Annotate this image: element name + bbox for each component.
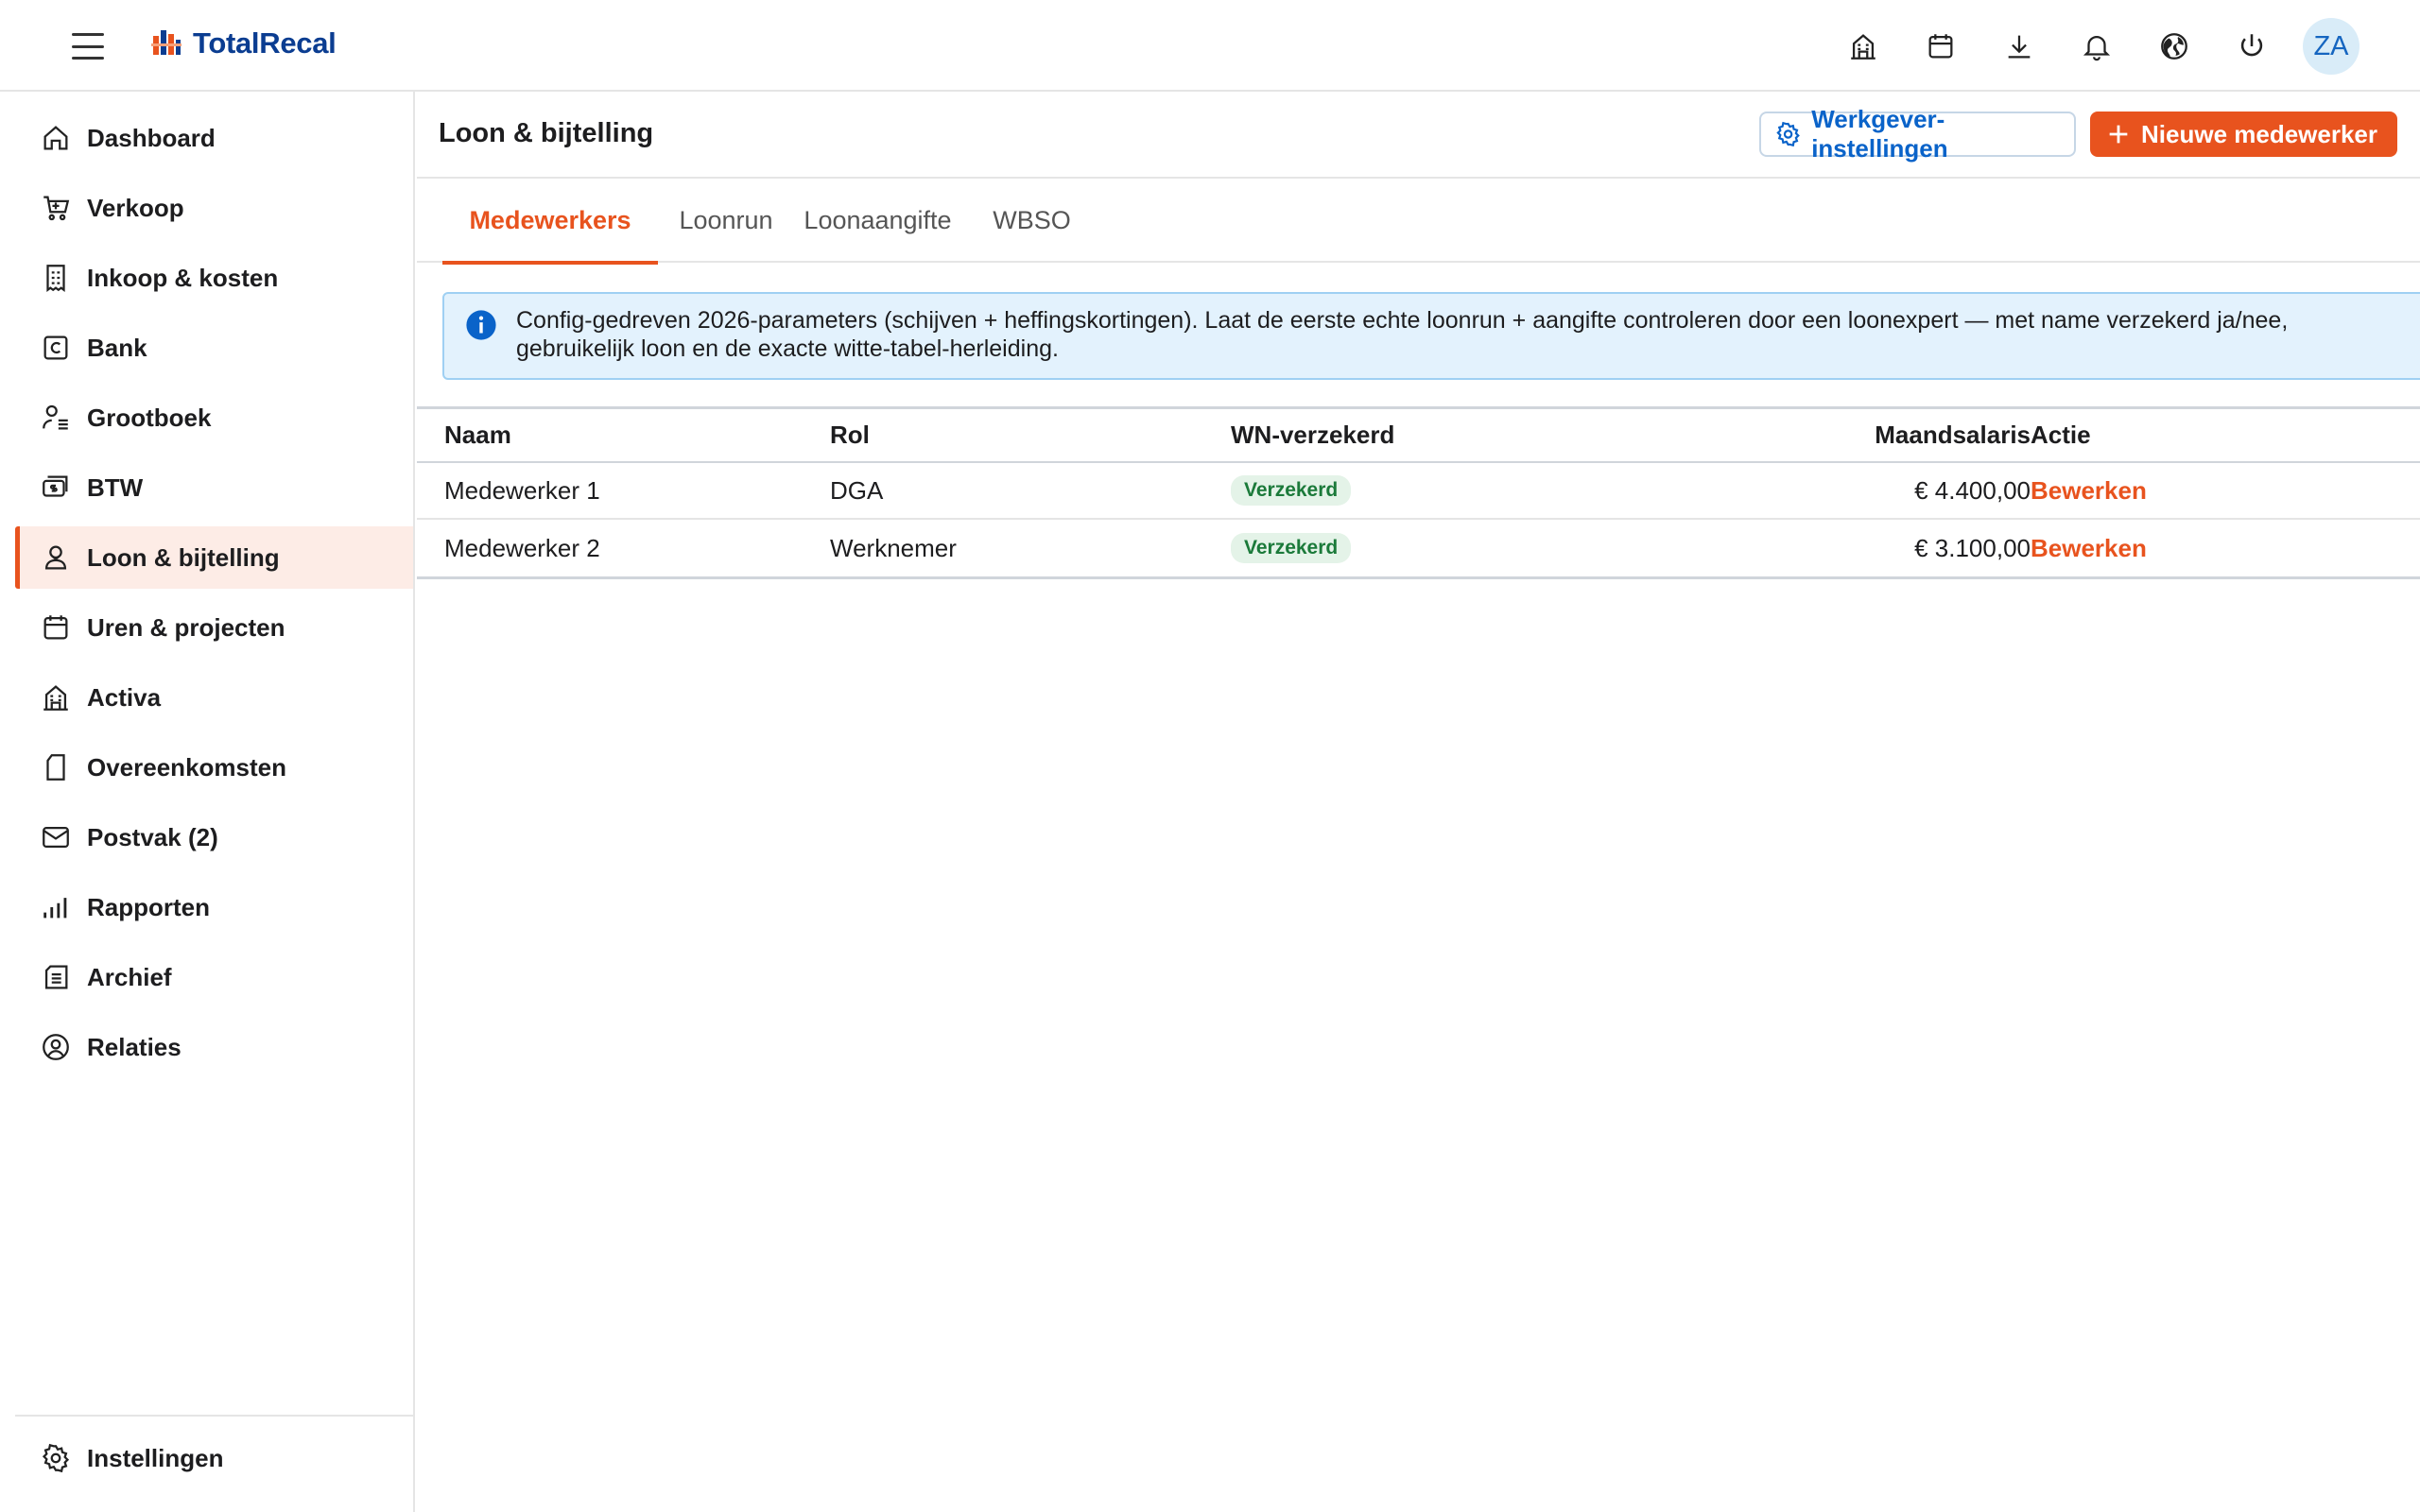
mail-icon xyxy=(43,826,69,849)
bar-chart-icon xyxy=(43,898,67,919)
sidebar-item-label: BTW xyxy=(87,472,144,502)
sidebar-item-label: Relaties xyxy=(87,1032,182,1061)
column-header-rol[interactable]: Rol xyxy=(830,409,870,461)
page-header: Loon & bijtelling Werkgever-instellingen… xyxy=(417,92,2420,179)
column-header-actie: Actie xyxy=(2031,421,2091,449)
menu-icon[interactable] xyxy=(68,28,108,64)
brand-name: TotalRecal xyxy=(193,26,337,60)
sidebar-item-verkoop[interactable]: Verkoop xyxy=(15,177,413,239)
sidebar-item-label: Grootboek xyxy=(87,403,212,432)
sidebar-item-label: Dashboard xyxy=(87,123,216,152)
column-header-naam[interactable]: Naam xyxy=(444,409,511,461)
globe-icon[interactable] xyxy=(2154,26,2194,66)
archive-icon xyxy=(44,965,68,989)
page-title: Loon & bijtelling xyxy=(439,118,654,148)
cell-naam: Medewerker 2 xyxy=(444,533,600,562)
gear-icon xyxy=(1776,121,1800,147)
table-header: Naam Rol WN-verzekerd Maandsalaris Actie xyxy=(417,409,2420,463)
column-header-maandsalaris[interactable]: Maandsalaris xyxy=(1875,409,2031,461)
sidebar-item-label: Bank xyxy=(87,333,147,362)
cell-wn-verzekerd: Verzekerd xyxy=(1231,463,1352,518)
tab-wbso[interactable]: WBSO xyxy=(982,179,1081,263)
status-badge: Verzekerd xyxy=(1231,475,1352,506)
tab-loonaangifte[interactable]: Loonaangifte xyxy=(795,179,960,263)
contact-icon xyxy=(43,1034,69,1060)
sidebar-item-label: Activa xyxy=(87,682,162,712)
sidebar-item-bank[interactable]: Bank xyxy=(15,317,413,379)
new-employee-button[interactable]: Nieuwe medewerker xyxy=(2090,112,2397,157)
tab-loonrun[interactable]: Loonrun xyxy=(674,179,778,263)
sidebar: Dashboard Verkoop Inkoop & kosten Bank G… xyxy=(0,92,415,1512)
cart-icon xyxy=(43,196,70,221)
tab-bar: Medewerkers Loonrun Loonaangifte WBSO xyxy=(417,179,2420,265)
person-icon xyxy=(44,545,67,570)
sidebar-item-uren[interactable]: Uren & projecten xyxy=(15,596,413,659)
app-logo[interactable]: TotalRecal xyxy=(149,26,337,60)
sidebar-item-postvak[interactable]: Postvak (2) xyxy=(15,806,413,868)
column-header-wn-verzekerd[interactable]: WN-verzekerd xyxy=(1231,409,1394,461)
sidebar-item-label: Uren & projecten xyxy=(87,612,285,642)
building-icon[interactable] xyxy=(1843,26,1883,66)
sidebar-item-archief[interactable]: Archief xyxy=(15,946,413,1008)
employees-table: Naam Rol WN-verzekerd Maandsalaris Actie… xyxy=(417,406,2420,579)
cell-wn-verzekerd: Verzekerd xyxy=(1231,520,1352,576)
edit-link[interactable]: Bewerken xyxy=(2031,476,2147,506)
sidebar-item-label: Archief xyxy=(87,962,172,991)
sidebar-item-btw[interactable]: BTW xyxy=(15,456,413,519)
table-row: Medewerker 2 Werknemer Verzekerd € 3.100… xyxy=(417,520,2420,576)
sidebar-item-label: Postvak (2) xyxy=(87,822,218,851)
sidebar-item-activa[interactable]: Activa xyxy=(15,666,413,729)
cell-naam: Medewerker 1 xyxy=(444,475,600,505)
sidebar-item-relaties[interactable]: Relaties xyxy=(15,1016,413,1078)
cell-maandsalaris: € 3.100,00 xyxy=(1914,533,2031,562)
bell-icon[interactable] xyxy=(2077,26,2117,66)
sidebar-item-label: Loon & bijtelling xyxy=(87,542,280,572)
top-bar: TotalRecal ZA xyxy=(0,0,2420,92)
download-icon[interactable] xyxy=(1999,26,2039,66)
status-badge: Verzekerd xyxy=(1231,533,1352,563)
sidebar-item-label: Inkoop & kosten xyxy=(87,263,279,292)
building-icon xyxy=(43,685,68,711)
calendar-icon[interactable] xyxy=(1921,26,1961,66)
sidebar-item-dashboard[interactable]: Dashboard xyxy=(15,107,413,169)
logo-icon xyxy=(151,30,182,55)
table-row: Medewerker 1 DGA Verzekerd € 4.400,00 Be… xyxy=(417,463,2420,520)
sidebar-item-inkoop[interactable]: Inkoop & kosten xyxy=(15,247,413,309)
employer-settings-button[interactable]: Werkgever-instellingen xyxy=(1759,105,2076,163)
cell-rol: DGA xyxy=(830,475,884,505)
cell-rol: Werknemer xyxy=(830,533,957,562)
sidebar-item-label: Rapporten xyxy=(87,892,210,921)
home-icon xyxy=(43,126,68,150)
info-alert: Config-gedreven 2026-parameters (schijve… xyxy=(442,292,2420,380)
cell-actie: Bewerken xyxy=(2031,463,2147,518)
bank-card-icon xyxy=(43,335,68,360)
info-text: Config-gedreven 2026-parameters (schijve… xyxy=(516,307,2289,362)
sidebar-item-grootboek[interactable]: Grootboek xyxy=(15,387,413,449)
sidebar-divider xyxy=(15,1415,413,1417)
plus-icon xyxy=(2109,125,2128,144)
new-employee-label: Nieuwe medewerker xyxy=(2141,119,2378,148)
employer-settings-label: Werkgever-instellingen xyxy=(1811,105,1948,163)
document-icon xyxy=(46,754,65,781)
sidebar-item-overeenkomsten[interactable]: Overeenkomsten xyxy=(15,736,413,799)
calendar-icon xyxy=(43,615,68,640)
power-icon[interactable] xyxy=(2232,26,2272,66)
sidebar-item-label: Verkoop xyxy=(87,193,184,222)
sidebar-item-label: Instellingen xyxy=(87,1443,224,1472)
sidebar-item-instellingen[interactable]: Instellingen xyxy=(15,1427,413,1489)
user-avatar[interactable]: ZA xyxy=(2303,18,2360,75)
info-icon xyxy=(466,310,496,340)
cell-maandsalaris: € 4.400,00 xyxy=(1914,475,2031,505)
gear-icon xyxy=(42,1443,70,1473)
ledger-icon xyxy=(43,404,68,430)
tab-medewerkers[interactable]: Medewerkers xyxy=(442,179,658,265)
edit-link[interactable]: Bewerken xyxy=(2031,534,2147,563)
main-content: Loon & bijtelling Werkgever-instellingen… xyxy=(417,92,2420,1512)
sidebar-item-label: Overeenkomsten xyxy=(87,752,286,782)
receipt-icon xyxy=(46,265,65,293)
tax-icon xyxy=(43,475,68,497)
sidebar-item-loon[interactable]: Loon & bijtelling xyxy=(15,526,413,589)
sidebar-item-rapporten[interactable]: Rapporten xyxy=(15,876,413,938)
cell-actie: Bewerken xyxy=(2031,520,2147,576)
